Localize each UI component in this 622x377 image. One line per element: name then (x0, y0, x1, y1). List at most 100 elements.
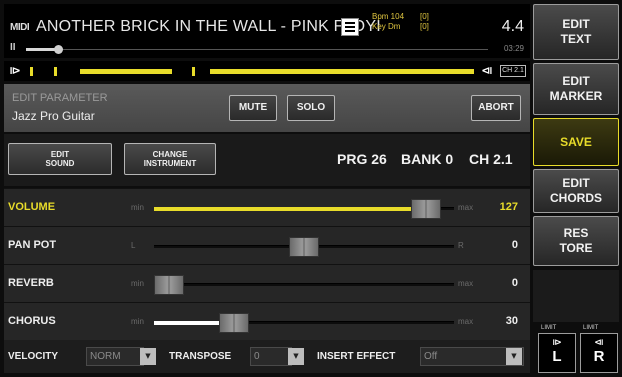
edit-text-line2: TEXT (560, 32, 592, 46)
edit-text-line1: EDIT (562, 17, 590, 31)
slider-min-label: L (131, 241, 136, 250)
slider-max-label: max (458, 279, 474, 288)
slider-value: 30 (505, 315, 518, 327)
limit-left-letter: L (552, 348, 562, 365)
change-instrument-line2: INSTRUMENT (143, 159, 197, 168)
slider-thumb[interactable] (218, 313, 249, 333)
slider-value: 127 (499, 201, 518, 213)
key-readout: Key Dm (372, 22, 401, 31)
edit-parameter-panel: EDIT PARAMETER Jazz Pro Guitar MUTE SOLO… (4, 84, 530, 132)
volume-slider[interactable] (154, 199, 454, 219)
slider-label: REVERB (8, 277, 54, 289)
slider-min-label: min (131, 317, 144, 326)
tempo-key-info: Bpm 104 Key Dm (372, 12, 404, 32)
sound-info-row: EDIT SOUND CHANGE INSTRUMENT PRG 26 BANK… (4, 134, 530, 186)
slider-value: 0 (511, 277, 518, 289)
marker-tick (192, 67, 195, 76)
pan-slider[interactable] (154, 237, 454, 257)
marker-tick (30, 67, 33, 76)
limit-right-caption: LIMIT (583, 325, 599, 331)
slider-label: CHORUS (8, 315, 56, 327)
edit-marker-button[interactable]: EDIT MARKER (533, 63, 619, 115)
bank-number: BANK 0 (401, 151, 454, 167)
loop-start-icon: ⧐ (552, 338, 562, 348)
edit-sound-button[interactable]: EDIT SOUND (8, 143, 112, 175)
chorus-slider[interactable] (154, 313, 454, 333)
list-icon-line (345, 22, 355, 24)
options-row: VELOCITY NORM ▼ TRANSPOSE 0 ▼ INSERT EFF… (4, 340, 530, 373)
slider-min-label: min (131, 279, 144, 288)
restore-line1: RES (563, 226, 589, 240)
edit-marker-line2: MARKER (549, 89, 603, 103)
song-list-button[interactable] (341, 18, 359, 36)
instrument-name: Jazz Pro Guitar (12, 109, 95, 123)
limit-right-letter: R (593, 348, 605, 365)
change-instrument-button[interactable]: CHANGE INSTRUMENT (124, 143, 216, 175)
time-signature: 4.4 (501, 18, 524, 35)
slider-min-label: min (131, 203, 144, 212)
transpose-label: TRANSPOSE (169, 351, 232, 362)
slider-row-reverb: REVERB min max 0 (4, 264, 530, 302)
marker-loop-bar[interactable]: ⧐ ⧏ CH 2.1 (4, 61, 530, 81)
slider-thumb[interactable] (154, 275, 184, 295)
sidebar-empty-area (533, 270, 619, 322)
edit-sound-line2: SOUND (45, 159, 75, 168)
channel-number: CH 2.1 (469, 151, 513, 167)
slider-thumb[interactable] (289, 237, 319, 257)
change-instrument-line1: CHANGE (152, 150, 188, 159)
song-title: ANOTHER BRICK IN THE WALL - PINK FLOYI (36, 18, 381, 35)
solo-button[interactable]: SOLO (287, 95, 335, 121)
save-button[interactable]: SAVE (533, 118, 619, 166)
loop-segment (80, 69, 172, 74)
midi-editor-screen: MIDI ANOTHER BRICK IN THE WALL - PINK FL… (0, 0, 622, 377)
limit-left-caption: LIMIT (541, 325, 557, 331)
program-number: PRG 26 (337, 151, 387, 167)
list-icon-line (345, 30, 355, 32)
slider-label: VOLUME (8, 201, 56, 213)
slider-value: 0 (511, 239, 518, 251)
edit-text-button[interactable]: EDIT TEXT (533, 4, 619, 60)
limit-right-button[interactable]: ⧏ R (580, 333, 618, 373)
insert-effect-label: INSERT EFFECT (317, 351, 396, 362)
midi-logo: MIDI (10, 22, 30, 33)
edit-chords-line2: CHORDS (549, 191, 602, 205)
slider-row-chorus: CHORUS min max 30 (4, 302, 530, 340)
status-flag-b: [0] (420, 22, 429, 31)
marker-tick (54, 67, 57, 76)
slider-label: PAN POT (8, 239, 57, 251)
list-icon-line (345, 26, 355, 28)
edit-marker-line1: EDIT (562, 74, 590, 88)
song-header: MIDI ANOTHER BRICK IN THE WALL - PINK FL… (4, 4, 530, 58)
restore-line2: TORE (559, 241, 593, 255)
pause-icon[interactable]: II (10, 42, 16, 53)
insert-effect-dropdown-arrow-icon[interactable]: ▼ (506, 348, 522, 365)
mute-button[interactable]: MUTE (229, 95, 277, 121)
song-progress-bar[interactable] (26, 45, 488, 54)
loop-end-icon: ⧏ (594, 338, 604, 348)
velocity-label: VELOCITY (8, 351, 59, 362)
restore-button[interactable]: RES TORE (533, 216, 619, 266)
slider-max-label: max (458, 203, 474, 212)
velocity-select[interactable]: NORM (86, 347, 144, 366)
edit-sound-line1: EDIT (50, 150, 70, 159)
loop-end-icon[interactable]: ⧏ (480, 64, 494, 78)
edit-chords-line1: EDIT (562, 176, 590, 190)
loop-segment (210, 69, 474, 74)
slider-row-volume: VOLUME min max 127 (4, 188, 530, 226)
status-flags: [0] [0] (420, 12, 429, 32)
transpose-select[interactable]: 0 (250, 347, 292, 366)
abort-button[interactable]: ABORT (471, 95, 521, 121)
loop-start-icon[interactable]: ⧐ (8, 64, 22, 78)
slider-thumb[interactable] (410, 199, 441, 219)
limit-left-button[interactable]: ⧐ L (538, 333, 576, 373)
song-progress-knob[interactable] (54, 45, 64, 54)
time-position: 03:29 (503, 44, 524, 53)
bpm-readout: Bpm 104 (372, 12, 405, 21)
slider-max-label: max (458, 317, 474, 326)
edit-chords-button[interactable]: EDIT CHORDS (533, 169, 619, 213)
transpose-dropdown-arrow-icon[interactable]: ▼ (288, 348, 304, 365)
reverb-slider[interactable] (154, 275, 454, 295)
slider-fill (154, 207, 426, 211)
velocity-dropdown-arrow-icon[interactable]: ▼ (140, 348, 156, 365)
channel-badge: CH 2.1 (500, 65, 526, 77)
